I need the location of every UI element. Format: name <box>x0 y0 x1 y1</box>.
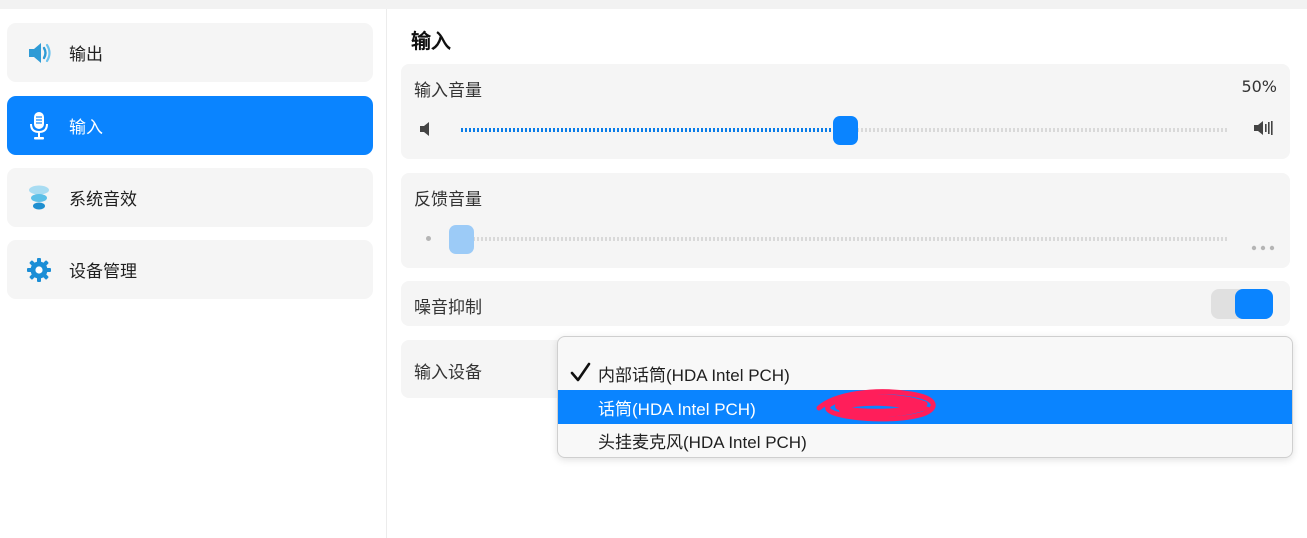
sound-effect-icon <box>25 184 53 212</box>
noise-suppression-label: 噪音抑制 <box>414 298 482 318</box>
speaker-icon <box>25 39 53 67</box>
noise-suppression-card: 噪音抑制 <box>401 281 1290 326</box>
input-volume-label: 输入音量 <box>414 81 482 101</box>
feedback-high-dots-icon <box>1251 236 1277 255</box>
feedback-volume-card: 反馈音量 <box>401 173 1290 268</box>
checkmark-icon <box>569 362 591 384</box>
input-volume-fill <box>461 128 845 132</box>
input-volume-value: 50% <box>1241 77 1277 96</box>
sidebar-item-input[interactable]: 输入 <box>7 96 373 155</box>
noise-suppression-toggle[interactable] <box>1211 289 1273 319</box>
sidebar-item-label: 系统音效 <box>69 190 137 210</box>
page-title: 输入 <box>411 29 451 53</box>
feedback-low-dot-icon <box>426 236 431 241</box>
sidebar-item-output[interactable]: 输出 <box>7 23 373 82</box>
sidebar-item-label: 输出 <box>69 45 103 65</box>
sidebar-item-device-management[interactable]: 设备管理 <box>7 240 373 299</box>
dropdown-option-label: 话筒(HDA Intel PCH) <box>598 399 756 419</box>
toggle-knob <box>1235 289 1273 319</box>
gear-icon <box>25 256 53 284</box>
input-volume-card: 输入音量 50% <box>401 64 1290 159</box>
dropdown-option-label: 内部话筒(HDA Intel PCH) <box>598 365 790 385</box>
volume-high-icon <box>1253 120 1273 140</box>
dropdown-option-internal-mic[interactable]: 内部话筒(HDA Intel PCH) <box>558 356 1292 390</box>
input-device-label: 输入设备 <box>414 363 482 383</box>
sound-settings-window: 输出 输入 系统音效 设备管理 输入 输入音量 50% 反馈音量 噪音抑制 输入… <box>0 9 1307 538</box>
volume-low-icon <box>419 121 433 140</box>
feedback-volume-label: 反馈音量 <box>414 190 482 210</box>
sidebar: 输出 输入 系统音效 设备管理 <box>0 9 387 538</box>
red-scribble-annotation <box>816 389 936 422</box>
dropdown-option-headset-mic[interactable]: 头挂麦克风(HDA Intel PCH) <box>558 423 1292 457</box>
input-volume-thumb[interactable] <box>833 116 858 145</box>
microphone-icon <box>25 111 53 140</box>
feedback-volume-thumb[interactable] <box>449 225 474 254</box>
feedback-volume-slider[interactable] <box>449 225 1229 254</box>
sidebar-item-label: 设备管理 <box>69 262 137 282</box>
sidebar-item-label: 输入 <box>69 118 103 138</box>
dropdown-option-label: 头挂麦克风(HDA Intel PCH) <box>598 432 807 452</box>
sidebar-item-system-sounds[interactable]: 系统音效 <box>7 168 373 227</box>
input-volume-slider[interactable] <box>461 116 1229 145</box>
